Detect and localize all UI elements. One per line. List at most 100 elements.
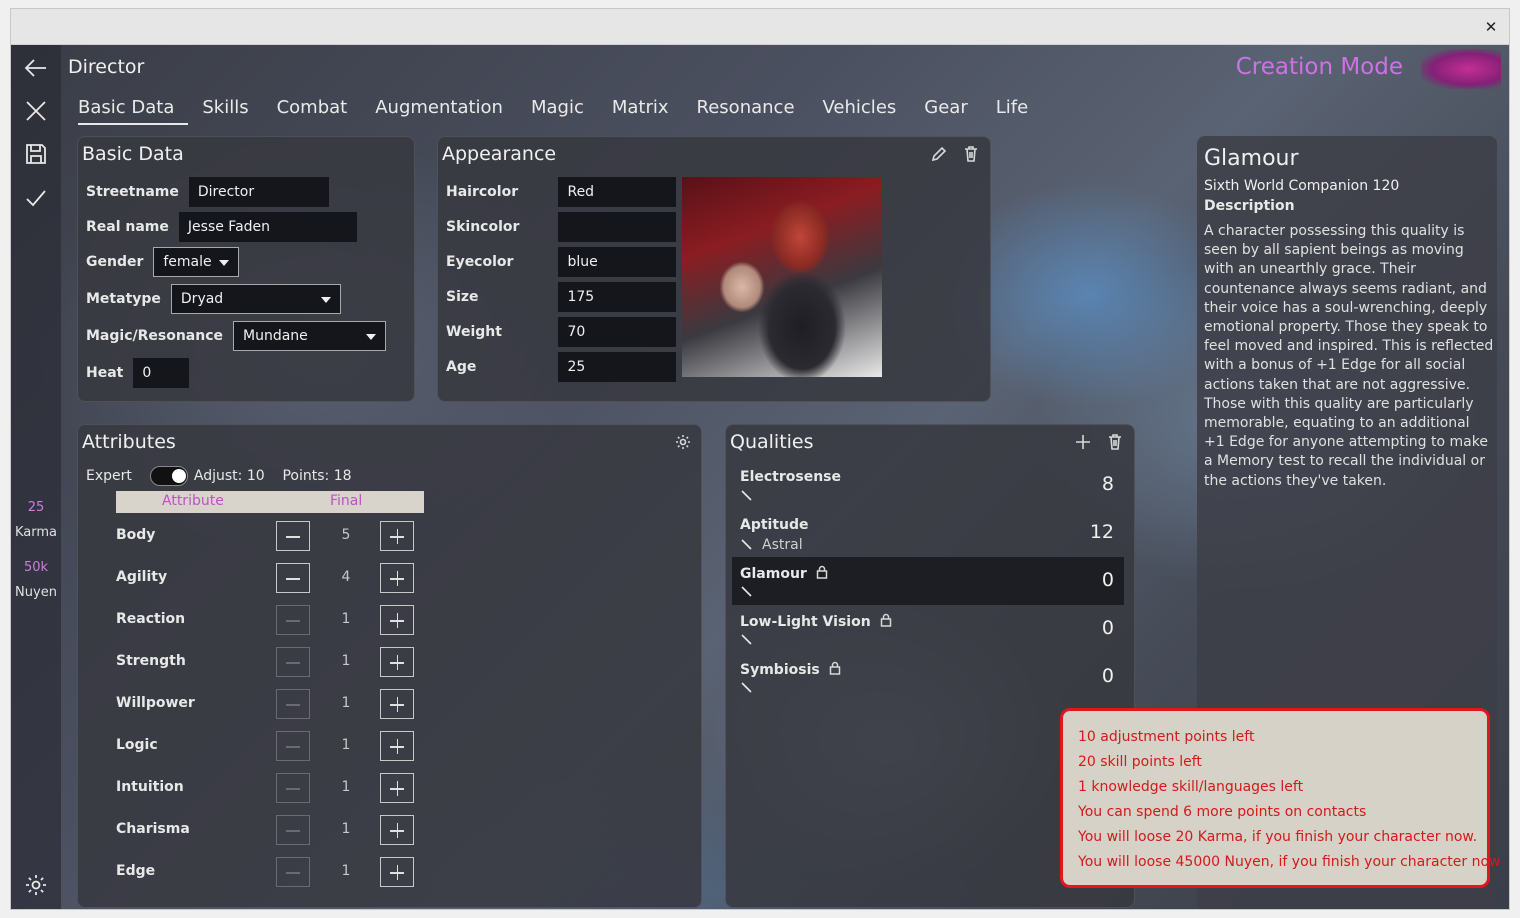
tab-resonance[interactable]: Resonance	[697, 95, 809, 125]
checkmark-icon[interactable]	[23, 185, 49, 211]
increment-button[interactable]	[380, 605, 414, 635]
streetname-row: Streetname Director	[86, 177, 329, 207]
quality-subtitle: Astral	[762, 537, 803, 553]
size-input[interactable]: 175	[558, 282, 676, 312]
chevron-down-icon	[366, 334, 377, 340]
warning-line: You can spend 6 more points on contacts	[1078, 804, 1367, 820]
realname-input[interactable]: Jesse Faden	[178, 212, 357, 242]
quality-item[interactable]: Aptitude Astral 12	[732, 509, 1124, 557]
streetname-input[interactable]: Director	[188, 177, 329, 207]
add-icon[interactable]	[1074, 433, 1092, 451]
title-bar: ✕	[11, 9, 1509, 45]
weight-input[interactable]: 70	[558, 317, 676, 347]
decrement-button[interactable]	[276, 857, 310, 887]
decrement-button[interactable]	[276, 731, 310, 761]
quality-name: Electrosense	[740, 469, 841, 485]
increment-button[interactable]	[380, 521, 414, 551]
increment-button[interactable]	[380, 773, 414, 803]
increment-button[interactable]	[380, 689, 414, 719]
quality-item[interactable]: Low-Light Vision 0	[732, 605, 1124, 653]
decrement-button[interactable]	[276, 605, 310, 635]
trash-icon[interactable]	[962, 145, 980, 163]
chevron-down-icon	[320, 297, 331, 303]
metatype-select[interactable]: Dryad	[170, 284, 341, 314]
attribute-value: 5	[341, 527, 351, 543]
decrement-button[interactable]	[276, 563, 310, 593]
quality-value: 0	[1101, 665, 1114, 687]
tab-basic-data[interactable]: Basic Data	[78, 95, 189, 125]
edit-icon[interactable]	[740, 633, 754, 647]
weight-label: Weight	[446, 324, 502, 340]
heat-input[interactable]: 0	[133, 358, 190, 388]
metatype-value: Dryad	[180, 291, 224, 307]
gear-icon[interactable]	[674, 433, 692, 451]
tab-life[interactable]: Life	[996, 95, 1042, 125]
quality-name: Symbiosis	[740, 662, 820, 678]
edit-icon[interactable]	[740, 489, 754, 503]
save-icon[interactable]	[23, 141, 49, 167]
warning-line: 10 adjustment points left	[1078, 729, 1255, 745]
back-arrow-icon[interactable]	[23, 55, 49, 81]
quality-name-group: Symbiosis	[740, 661, 842, 679]
magic-select[interactable]: Mundane	[233, 321, 387, 351]
gear-icon[interactable]	[23, 872, 49, 898]
tab-matrix[interactable]: Matrix	[612, 95, 683, 125]
edit-icon[interactable]	[740, 681, 754, 695]
expert-toggle[interactable]	[149, 466, 188, 486]
quality-item[interactable]: Symbiosis 0	[732, 653, 1124, 701]
decrement-button[interactable]	[276, 815, 310, 845]
tab-gear[interactable]: Gear	[924, 95, 981, 125]
character-portrait[interactable]	[682, 177, 882, 377]
skincolor-input[interactable]	[558, 212, 676, 242]
quality-value: 0	[1101, 617, 1114, 639]
metatype-row: Metatype Dryad	[86, 284, 341, 314]
decrement-button[interactable]	[276, 689, 310, 719]
haircolor-row: Haircolor Red	[446, 177, 676, 207]
edit-icon[interactable]	[930, 145, 948, 163]
eyecolor-input[interactable]: blue	[558, 247, 676, 277]
increment-button[interactable]	[380, 647, 414, 677]
quality-item[interactable]: Electrosense 8	[732, 461, 1124, 509]
tab-augmentation[interactable]: Augmentation	[375, 95, 517, 125]
app-window: ✕ 25 Karma 50k Nuyen Director Creation M…	[10, 8, 1510, 910]
close-icon[interactable]	[23, 98, 49, 124]
attribute-row: Intuition 1	[116, 773, 416, 803]
quality-sub: Astral	[740, 537, 803, 553]
weight-row: Weight 70	[446, 317, 676, 347]
nuyen-value: 50k	[23, 560, 49, 575]
attribute-row: Agility 4	[116, 563, 416, 593]
tab-magic[interactable]: Magic	[531, 95, 598, 125]
description-title: Glamour	[1204, 146, 1299, 171]
increment-button[interactable]	[380, 563, 414, 593]
increment-button[interactable]	[380, 857, 414, 887]
quality-item[interactable]: Glamour 0	[732, 557, 1124, 605]
age-label: Age	[446, 359, 477, 375]
tab-skills[interactable]: Skills	[202, 95, 262, 125]
window-close-button[interactable]: ✕	[1481, 17, 1501, 37]
decrement-button[interactable]	[276, 647, 310, 677]
mode-badge	[1421, 49, 1501, 89]
haircolor-input[interactable]: Red	[558, 177, 676, 207]
warning-line: 20 skill points left	[1078, 754, 1202, 770]
warning-line: You will loose 20 Karma, if you finish y…	[1078, 829, 1478, 845]
trash-icon[interactable]	[1106, 433, 1124, 451]
attribute-name: Body	[116, 527, 156, 543]
age-input[interactable]: 25	[558, 352, 676, 382]
chevron-down-icon	[219, 260, 230, 266]
decrement-button[interactable]	[276, 521, 310, 551]
gender-select[interactable]: female	[153, 247, 240, 277]
tab-combat[interactable]: Combat	[277, 95, 362, 125]
edit-icon[interactable]	[740, 538, 754, 552]
metatype-label: Metatype	[86, 291, 161, 307]
increment-button[interactable]	[380, 815, 414, 845]
decrement-button[interactable]	[276, 773, 310, 803]
heat-label: Heat	[86, 365, 124, 381]
gender-label: Gender	[86, 254, 144, 270]
size-row: Size 175	[446, 282, 676, 312]
attribute-value: 1	[341, 695, 351, 711]
increment-button[interactable]	[380, 731, 414, 761]
tab-vehicles[interactable]: Vehicles	[823, 95, 911, 125]
column-attribute: Attribute	[162, 493, 224, 509]
edit-icon[interactable]	[740, 585, 754, 599]
warning-line: You will loose 45000 Nuyen, if you finis…	[1078, 854, 1501, 870]
